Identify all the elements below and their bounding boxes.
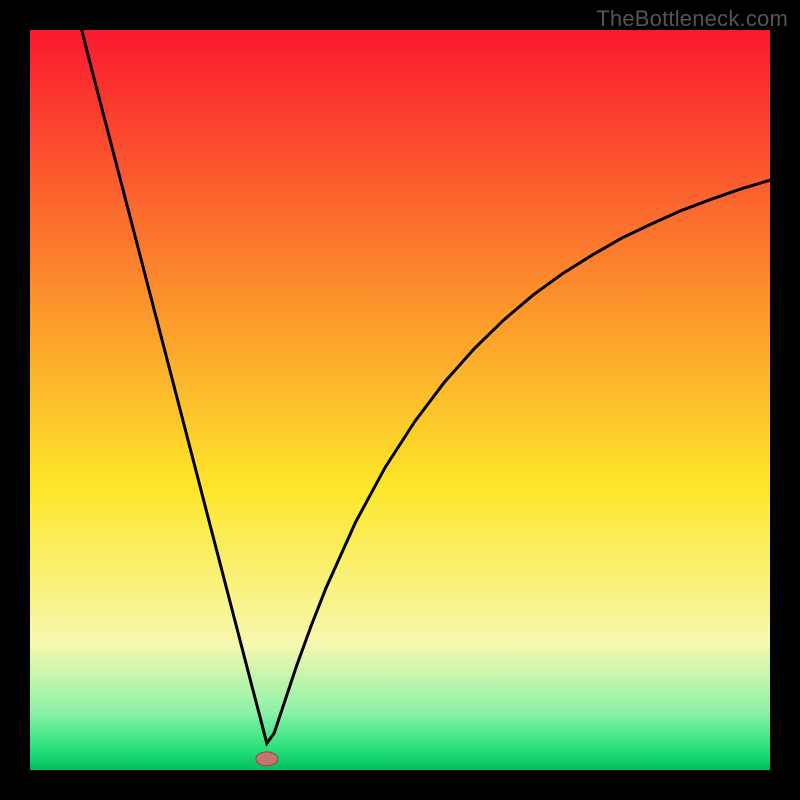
gradient-background (30, 30, 770, 770)
plot-area (30, 30, 770, 770)
bottleneck-chart (30, 30, 770, 770)
watermark-text: TheBottleneck.com (596, 6, 788, 32)
outer-frame: TheBottleneck.com (0, 0, 800, 800)
optimum-marker (256, 752, 278, 766)
